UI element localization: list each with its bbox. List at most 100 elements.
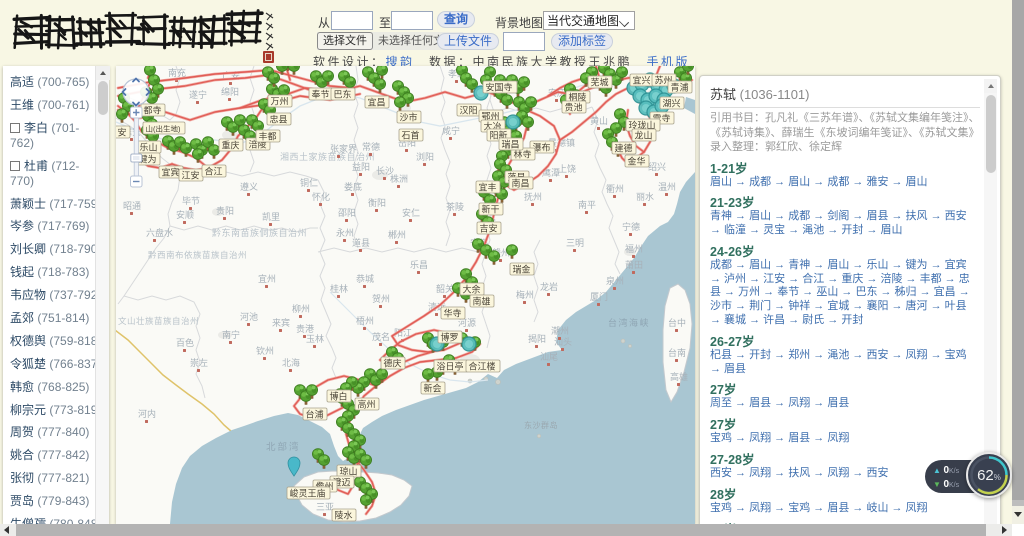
svg-text:新会: 新会 xyxy=(424,383,442,394)
svg-text:贺州: 贺州 xyxy=(372,293,390,304)
svg-text:乐昌: 乐昌 xyxy=(410,259,428,270)
svg-text:衡阳: 衡阳 xyxy=(368,197,386,208)
svg-text:台南: 台南 xyxy=(668,347,686,358)
svg-text:德庆: 德庆 xyxy=(384,358,402,369)
svg-text:泉州: 泉州 xyxy=(606,275,624,286)
svg-text:咸宁: 咸宁 xyxy=(442,125,460,136)
svg-text:茶陵: 茶陵 xyxy=(446,201,464,212)
svg-text:安顺: 安顺 xyxy=(176,209,194,220)
svg-text:宜兴: 宜兴 xyxy=(633,75,651,86)
svg-text:宜丰: 宜丰 xyxy=(479,182,497,193)
svg-text:梅州: 梅州 xyxy=(516,289,534,300)
svg-text:安国寺: 安国寺 xyxy=(486,82,513,93)
svg-text:绍兴: 绍兴 xyxy=(648,161,666,172)
svg-text:铜仁: 铜仁 xyxy=(300,177,318,188)
svg-text:湖兴: 湖兴 xyxy=(663,99,681,109)
svg-text:龙岩: 龙岩 xyxy=(540,281,558,292)
svg-text:宜宾: 宜宾 xyxy=(162,167,180,178)
svg-text:来宾: 来宾 xyxy=(272,317,290,328)
svg-text:重庆: 重庆 xyxy=(222,140,240,151)
svg-text:株洲: 株洲 xyxy=(390,173,408,184)
svg-text:万州: 万州 xyxy=(271,97,289,107)
svg-text:金华: 金华 xyxy=(628,156,646,167)
svg-text:怀化: 怀化 xyxy=(312,191,330,202)
svg-text:贵阳: 贵阳 xyxy=(216,205,234,216)
svg-text:汉阳: 汉阳 xyxy=(460,106,478,116)
svg-text:忠县: 忠县 xyxy=(270,115,288,125)
svg-text:郴州: 郴州 xyxy=(388,229,406,240)
svg-text:梧州: 梧州 xyxy=(356,315,374,326)
svg-text:莆田: 莆田 xyxy=(625,259,643,270)
svg-text:台湾海峡: 台湾海峡 xyxy=(608,317,650,328)
svg-text:琼山: 琼山 xyxy=(340,466,358,477)
svg-text:六盘水: 六盘水 xyxy=(146,227,173,238)
svg-text:龙山: 龙山 xyxy=(635,130,653,141)
svg-text:河内: 河内 xyxy=(138,408,156,419)
svg-text:百色: 百色 xyxy=(176,337,194,348)
svg-text:遂宁: 遂宁 xyxy=(189,89,207,100)
svg-text:奉节: 奉节 xyxy=(312,89,330,100)
svg-text:湘西土家族苗族自治州: 湘西土家族苗族自治州 xyxy=(280,151,375,162)
svg-text:黔东南苗族侗族自治州: 黔东南苗族侗族自治州 xyxy=(212,227,307,238)
svg-text:韶关: 韶关 xyxy=(436,283,454,294)
svg-text:浏阳: 浏阳 xyxy=(416,151,434,162)
svg-text:常德: 常德 xyxy=(362,141,380,152)
svg-text:毕节: 毕节 xyxy=(182,195,200,206)
svg-text:恭城: 恭城 xyxy=(356,274,374,284)
svg-text:高雄: 高雄 xyxy=(670,371,688,382)
svg-text:崇左: 崇左 xyxy=(190,357,208,368)
svg-text:张家界: 张家界 xyxy=(330,143,357,154)
svg-text:丽水: 丽水 xyxy=(636,191,654,202)
svg-text:石首: 石首 xyxy=(402,130,420,141)
svg-text:汕尾: 汕尾 xyxy=(540,352,558,362)
svg-text:博罗: 博罗 xyxy=(441,332,459,343)
svg-text:凯里: 凯里 xyxy=(262,211,280,222)
svg-text:汕头: 汕头 xyxy=(554,337,572,347)
svg-text:安仁: 安仁 xyxy=(402,207,420,218)
svg-text:温州: 温州 xyxy=(658,182,676,192)
svg-text:玉林: 玉林 xyxy=(306,333,324,344)
svg-text:绵阳: 绵阳 xyxy=(221,86,239,97)
svg-text:河池: 河池 xyxy=(240,311,258,322)
svg-text:青浦: 青浦 xyxy=(671,82,689,93)
svg-text:峻灵王庙: 峻灵王庙 xyxy=(290,488,326,499)
svg-text:文山壮族苗族自治州: 文山壮族苗族自治州 xyxy=(118,316,199,326)
svg-text:抚州: 抚州 xyxy=(524,191,542,202)
svg-text:瑞昌: 瑞昌 xyxy=(502,139,520,150)
svg-text:高州: 高州 xyxy=(358,399,376,410)
svg-text:台中: 台中 xyxy=(668,317,686,328)
svg-text:北海: 北海 xyxy=(282,357,300,368)
svg-text:宜州: 宜州 xyxy=(258,273,276,284)
svg-text:柳州: 柳州 xyxy=(292,303,310,314)
svg-text:陵水: 陵水 xyxy=(335,510,353,521)
svg-text:南雄: 南雄 xyxy=(473,296,491,307)
svg-text:道县: 道县 xyxy=(352,237,370,248)
svg-text:昭通: 昭通 xyxy=(123,201,141,211)
svg-text:娄底: 娄底 xyxy=(344,181,362,192)
svg-text:遵义: 遵义 xyxy=(240,181,258,192)
svg-text:浴日亭: 浴日亭 xyxy=(437,361,464,372)
svg-text:东沙群岛: 东沙群岛 xyxy=(524,420,558,430)
svg-text:芜城: 芜城 xyxy=(591,77,609,88)
svg-text:永州: 永州 xyxy=(336,227,354,238)
svg-text:福州: 福州 xyxy=(625,243,643,254)
svg-text:华寺: 华寺 xyxy=(444,308,462,319)
svg-text:合江: 合江 xyxy=(205,166,223,177)
svg-text:合江楼: 合江楼 xyxy=(469,361,496,372)
svg-text:吉安: 吉安 xyxy=(480,223,498,234)
svg-text:南充: 南充 xyxy=(168,67,186,78)
svg-text:黔西南布依族苗族自治州: 黔西南布依族苗族自治州 xyxy=(148,250,247,260)
svg-text:安: 安 xyxy=(118,127,127,138)
svg-text:山(出生地): 山(出生地) xyxy=(146,124,181,134)
svg-text:博白: 博白 xyxy=(330,391,348,402)
svg-text:衢州: 衢州 xyxy=(606,183,624,194)
svg-text:新干: 新干 xyxy=(482,204,500,215)
svg-text:三亚: 三亚 xyxy=(316,502,334,512)
svg-text:瑞金: 瑞金 xyxy=(513,264,531,275)
svg-text:厦门: 厦门 xyxy=(590,291,608,302)
svg-text:钦州: 钦州 xyxy=(256,345,274,356)
svg-text:大余: 大余 xyxy=(463,284,481,295)
svg-text:南平: 南平 xyxy=(578,199,596,210)
svg-text:邵阳: 邵阳 xyxy=(338,208,356,218)
svg-text:北部湾: 北部湾 xyxy=(266,441,301,453)
